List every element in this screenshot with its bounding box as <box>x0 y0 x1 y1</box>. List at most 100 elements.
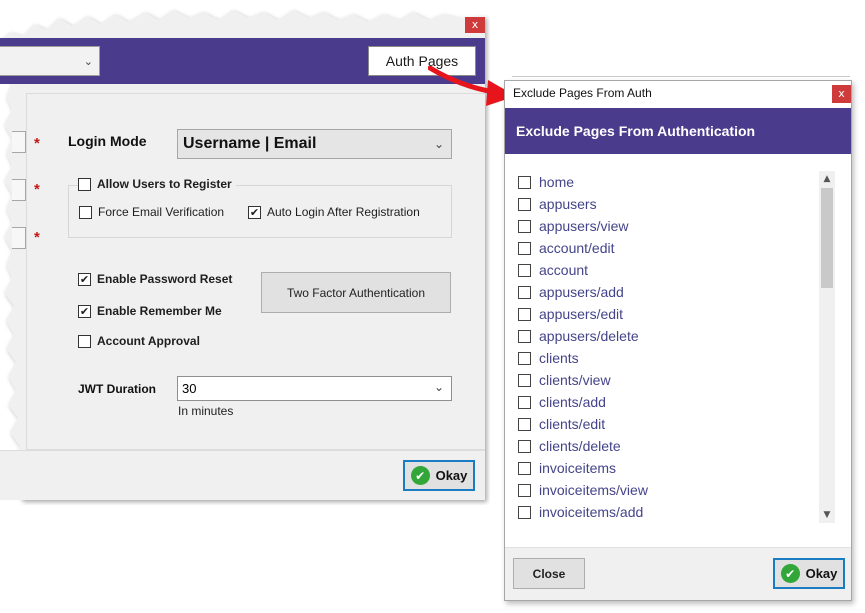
checkbox-box[interactable] <box>518 263 531 277</box>
close-button[interactable]: Close <box>513 558 585 589</box>
okay-label: Okay <box>805 566 838 581</box>
page-list-item[interactable]: clients <box>518 347 818 369</box>
page-list-item[interactable]: account/edit <box>518 237 818 259</box>
window-close-button[interactable]: x <box>465 17 485 33</box>
check-circle-icon: ✔ <box>410 466 430 485</box>
auto-login-label: Auto Login After Registration <box>267 205 420 219</box>
dialog-header: Exclude Pages From Authentication <box>505 108 851 154</box>
chevron-down-icon: ⌄ <box>433 380 444 394</box>
checkbox-box[interactable] <box>518 395 531 409</box>
page-list-item[interactable]: clients/view <box>518 369 818 391</box>
page-name: appusers <box>539 196 597 212</box>
checkbox-box[interactable] <box>518 483 531 497</box>
page-name: appusers/add <box>539 284 624 300</box>
account-approval-label: Account Approval <box>97 334 200 348</box>
checkbox-box[interactable] <box>518 461 531 475</box>
scroll-down-icon[interactable]: ▼ <box>819 507 835 523</box>
two-factor-auth-button[interactable]: Two Factor Authentication <box>261 272 451 313</box>
force-email-label: Force Email Verification <box>98 205 225 219</box>
checkbox-box[interactable] <box>518 417 531 431</box>
page-list-item[interactable]: invoiceitems/view <box>518 479 818 501</box>
checkbox-box[interactable] <box>518 241 531 255</box>
checkbox-box[interactable]: ✔ <box>78 304 91 318</box>
page-name: invoiceitems/view <box>539 482 648 498</box>
page-name: appusers/view <box>539 218 629 234</box>
jwt-duration-value: 30 <box>182 381 197 396</box>
page-name: home <box>539 174 575 190</box>
login-settings-window: x ⌄ Auth Pages * * * Login Mode Username… <box>0 0 490 505</box>
dialog-footer: Close ✔ Okay <box>505 547 851 600</box>
checkbox-box[interactable] <box>518 329 531 343</box>
login-mode-label: Login Mode <box>68 133 147 149</box>
page-name: clients/edit <box>539 416 606 432</box>
checkbox-box[interactable] <box>518 175 531 189</box>
enable-remember-me-checkbox[interactable]: ✔ Enable Remember Me <box>78 304 222 318</box>
login-mode-select[interactable]: Username | Email ⌄ <box>177 129 452 159</box>
required-marker: * <box>34 181 40 198</box>
page-list-item[interactable]: invoiceitems/add <box>518 501 818 523</box>
checkbox-box[interactable]: ✔ <box>78 272 91 286</box>
page-name: invoiceitems <box>539 460 617 476</box>
chevron-down-icon: ⌄ <box>433 137 444 151</box>
dialog-title: Exclude Pages From Auth <box>513 86 652 100</box>
scroll-thumb[interactable] <box>821 188 833 288</box>
checkbox-box[interactable] <box>79 205 92 219</box>
page-list-item[interactable]: clients/add <box>518 391 818 413</box>
dialog-close-button[interactable]: x <box>832 85 851 103</box>
side-tab[interactable] <box>12 131 26 153</box>
checkbox-box[interactable] <box>518 439 531 453</box>
force-email-checkbox[interactable]: Force Email Verification <box>79 205 224 219</box>
page-name: appusers/delete <box>539 328 639 344</box>
page-checkbox-list: home appusers appusers/view account/edit acc… <box>518 171 818 523</box>
top-dropdown[interactable]: ⌄ <box>0 46 100 76</box>
allow-register-checkbox[interactable]: Allow Users to Register <box>78 177 236 191</box>
required-marker: * <box>34 135 40 152</box>
page-name: account <box>539 262 589 278</box>
account-approval-checkbox[interactable]: Account Approval <box>78 334 200 348</box>
side-tab[interactable] <box>12 179 26 201</box>
list-scrollbar[interactable]: ▲ ▼ <box>819 171 835 523</box>
page-list-item[interactable]: appusers/edit <box>518 303 818 325</box>
page-list-item[interactable]: appusers/add <box>518 281 818 303</box>
enable-remember-me-label: Enable Remember Me <box>97 304 222 318</box>
jwt-duration-label: JWT Duration <box>78 382 156 396</box>
page-name: clients <box>539 350 579 366</box>
dialog-top-divider <box>512 76 850 77</box>
page-list-item[interactable]: invoiceitems <box>518 457 818 479</box>
checkbox-box[interactable] <box>518 373 531 387</box>
page-list-item[interactable]: account <box>518 259 818 281</box>
page-list-item[interactable]: appusers <box>518 193 818 215</box>
required-marker: * <box>34 229 40 246</box>
okay-label: Okay <box>435 468 468 483</box>
page-name: clients/view <box>539 372 611 388</box>
checkbox-box[interactable] <box>518 219 531 233</box>
dialog-okay-button[interactable]: ✔ Okay <box>773 558 845 589</box>
page-list-item[interactable]: clients/delete <box>518 435 818 457</box>
check-circle-icon: ✔ <box>780 564 800 583</box>
jwt-duration-select[interactable]: 30 ⌄ <box>177 376 452 401</box>
page-list-item[interactable]: clients/edit <box>518 413 818 435</box>
jwt-duration-hint: In minutes <box>178 404 234 418</box>
chevron-down-icon: ⌄ <box>83 55 93 68</box>
side-tab[interactable] <box>12 227 26 249</box>
checkbox-box[interactable] <box>78 334 91 348</box>
auto-login-checkbox[interactable]: ✔ Auto Login After Registration <box>248 205 420 219</box>
scroll-up-icon[interactable]: ▲ <box>819 171 835 187</box>
checkbox-box[interactable] <box>518 197 531 211</box>
checkbox-box[interactable]: ✔ <box>248 205 261 219</box>
allow-register-label: Allow Users to Register <box>97 177 232 191</box>
page-list-item[interactable]: appusers/view <box>518 215 818 237</box>
checkbox-box[interactable] <box>78 177 91 191</box>
page-list-item[interactable]: appusers/delete <box>518 325 818 347</box>
enable-password-reset-checkbox[interactable]: ✔ Enable Password Reset <box>78 272 232 286</box>
page-name: clients/add <box>539 394 606 410</box>
checkbox-box[interactable] <box>518 351 531 365</box>
main-okay-button[interactable]: ✔ Okay <box>403 460 475 491</box>
page-list-item[interactable]: home <box>518 171 818 193</box>
page-name: account/edit <box>539 240 615 256</box>
checkbox-box[interactable] <box>518 505 531 519</box>
checkbox-box[interactable] <box>518 285 531 299</box>
checkbox-box[interactable] <box>518 307 531 321</box>
enable-password-reset-label: Enable Password Reset <box>97 272 233 286</box>
exclude-pages-dialog: Exclude Pages From Auth x Exclude Pages … <box>504 80 852 601</box>
